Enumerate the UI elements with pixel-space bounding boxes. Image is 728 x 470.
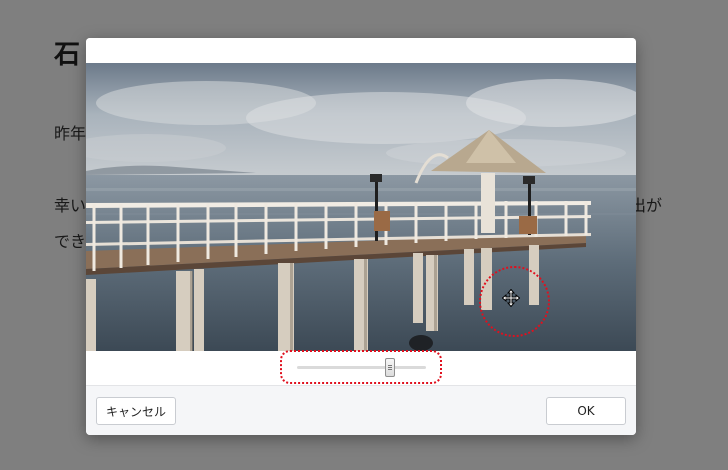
ok-button[interactable]: OK xyxy=(546,397,626,425)
dialog-footer: キャンセル OK xyxy=(86,385,636,435)
dialog-header xyxy=(86,38,636,63)
crop-image-area[interactable] xyxy=(86,63,636,351)
cancel-button[interactable]: キャンセル xyxy=(96,397,176,425)
image-crop-dialog: キャンセル OK xyxy=(86,38,636,435)
zoom-control-row xyxy=(86,350,636,385)
pier-photo xyxy=(86,63,636,351)
slider-highlight-box xyxy=(280,350,442,384)
